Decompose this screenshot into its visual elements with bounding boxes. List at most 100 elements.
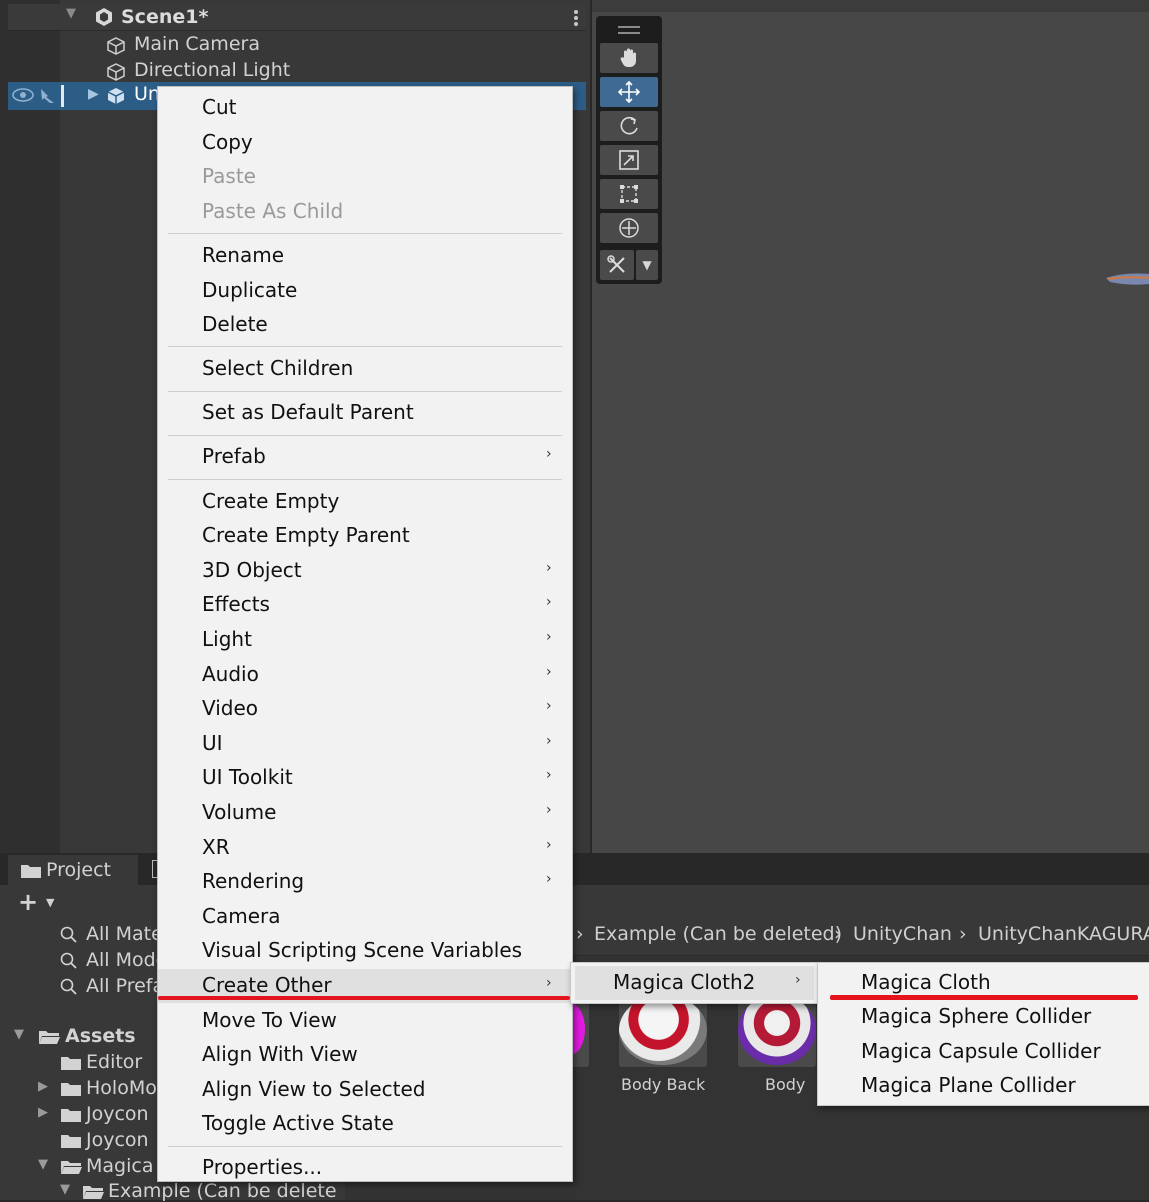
menu-item-label: Video	[202, 696, 259, 721]
menu-item-label: UI	[202, 730, 223, 755]
menu-item-effects[interactable]: Effects ›	[158, 588, 572, 622]
hand-icon	[620, 48, 636, 67]
chevron-right-icon: ›	[546, 663, 552, 680]
annotation-underline	[830, 995, 1138, 1000]
menu-item-label: Paste	[202, 164, 256, 189]
menu-item-rename[interactable]: Rename	[158, 239, 572, 273]
collapse-caret-icon[interactable]: ▼	[66, 6, 76, 21]
menu-separator	[168, 390, 562, 392]
menu-item-label: Toggle Active State	[202, 1111, 394, 1136]
create-plus-icon[interactable]: +	[18, 888, 38, 916]
submenu-item-magica-capsule-collider[interactable]: Magica Capsule Collider	[818, 1035, 1149, 1069]
menu-item-align-view-to-selected[interactable]: Align View to Selected	[158, 1073, 572, 1107]
menu-item-audio[interactable]: Audio ›	[158, 658, 572, 692]
breadcrumb-item[interactable]: UnityChan	[853, 923, 952, 945]
chevron-right-icon: ›	[546, 559, 552, 576]
scene-view[interactable]	[592, 0, 1149, 853]
menu-item-video[interactable]: Video ›	[158, 692, 572, 726]
folder-label: Magica	[86, 1155, 154, 1177]
submenu-item-magica-sphere-collider[interactable]: Magica Sphere Collider	[818, 1000, 1149, 1034]
menu-item-cut[interactable]: Cut	[158, 91, 572, 125]
chevron-right-icon: ›	[546, 446, 552, 463]
menu-item-select-children[interactable]: Select Children	[158, 352, 572, 386]
transform-tool-button[interactable]	[600, 213, 658, 243]
visibility-eye-icon[interactable]	[12, 87, 34, 103]
menu-item-create-empty[interactable]: Create Empty	[158, 485, 572, 519]
menu-item-toggle-active-state[interactable]: Toggle Active State	[158, 1107, 572, 1141]
context-menu: Cut Copy Paste Paste As Child Rename Duplicat…	[157, 86, 573, 1182]
folder-label: HoloMo	[86, 1077, 157, 1099]
menu-item-label: Set as Default Parent	[202, 400, 414, 425]
menu-separator	[168, 1145, 562, 1147]
submenu-item-magica-cloth2[interactable]: Magica Cloth2 ›	[575, 966, 814, 1000]
menu-item-label: Select Children	[202, 356, 354, 381]
menu-item-visual-scripting-scene-variables[interactable]: Visual Scripting Scene Variables	[158, 934, 572, 968]
menu-item-rendering[interactable]: Rendering ›	[158, 865, 572, 899]
menu-item-align-with-view[interactable]: Align With View	[158, 1038, 572, 1072]
chevron-right-icon: ›	[546, 767, 552, 784]
menu-item-prefab[interactable]: Prefab ›	[158, 440, 572, 474]
menu-item-camera[interactable]: Camera	[158, 900, 572, 934]
unity-logo-icon	[96, 8, 112, 26]
menu-item-set-as-default-parent[interactable]: Set as Default Parent	[158, 396, 572, 430]
kebab-menu-icon[interactable]	[574, 10, 578, 26]
collapse-caret-icon[interactable]: ▼	[14, 1027, 24, 1042]
menu-item-ui[interactable]: UI ›	[158, 727, 572, 761]
favorite-label: All Prefa	[86, 975, 165, 997]
hierarchy-item[interactable]: Main Camera	[106, 33, 586, 59]
breadcrumb-item[interactable]: UnityChanKAGURA	[978, 923, 1149, 945]
chevron-right-icon: ›	[546, 594, 552, 611]
scene-header-row[interactable]: ▼ Scene1*	[8, 4, 586, 31]
chevron-right-icon: ›	[546, 732, 552, 749]
menu-item-label: Properties...	[202, 1155, 323, 1180]
gameobject-cube-icon	[107, 37, 125, 55]
menu-item-light[interactable]: Light ›	[158, 623, 572, 657]
rotate-tool-button[interactable]	[600, 111, 658, 141]
menu-item-create-empty-parent[interactable]: Create Empty Parent	[158, 519, 572, 553]
custom-tool-button[interactable]	[600, 250, 634, 280]
overlay-grip[interactable]	[618, 26, 640, 28]
breadcrumb-item[interactable]: Example (Can be deleted)	[594, 923, 842, 945]
tab-project[interactable]: Project	[8, 855, 138, 885]
menu-item-label: Rendering	[202, 869, 305, 894]
rect-tool-button[interactable]	[600, 179, 658, 209]
open-folder-icon	[83, 1186, 104, 1199]
open-folder-icon	[61, 1161, 82, 1174]
tools-wrench-icon	[607, 255, 625, 273]
breadcrumb-separator-icon: ›	[576, 923, 584, 945]
menu-item-ui-toolkit[interactable]: UI Toolkit ›	[158, 761, 572, 795]
chevron-down-icon[interactable]: ▼	[636, 250, 658, 280]
menu-item-delete[interactable]: Delete	[158, 308, 572, 342]
expand-caret-icon[interactable]: ▶	[38, 1079, 48, 1094]
collapse-caret-icon[interactable]: ▼	[60, 1182, 70, 1197]
expand-caret-icon[interactable]: ▶	[88, 86, 99, 102]
asset-thumbnail[interactable]	[738, 995, 816, 1067]
menu-item-properties[interactable]: Properties...	[158, 1151, 572, 1185]
submenu-item-magica-plane-collider[interactable]: Magica Plane Collider	[818, 1069, 1149, 1103]
folder-icon	[61, 1135, 81, 1148]
menu-item-move-to-view[interactable]: Move To View	[158, 1004, 572, 1038]
overlay-grip[interactable]	[618, 32, 640, 34]
prefab-cube-icon	[107, 88, 125, 104]
move-tool-button[interactable]	[600, 77, 658, 107]
menu-item-copy[interactable]: Copy	[158, 126, 572, 160]
menu-item-3d-object[interactable]: 3D Object ›	[158, 554, 572, 588]
asset-thumbnail[interactable]	[619, 995, 707, 1067]
menu-item-label: Copy	[202, 129, 253, 154]
pickable-hand-icon[interactable]	[38, 87, 58, 105]
chevron-down-icon[interactable]: ▼	[46, 896, 54, 909]
hand-tool-button[interactable]	[600, 43, 658, 73]
menu-item-duplicate[interactable]: Duplicate	[158, 274, 572, 308]
chevron-right-icon: ›	[546, 974, 552, 991]
menu-item-volume[interactable]: Volume ›	[158, 796, 572, 830]
menu-item-label: Align With View	[202, 1042, 358, 1067]
search-icon	[60, 952, 77, 969]
collapse-caret-icon[interactable]: ▼	[38, 1157, 48, 1172]
expand-caret-icon[interactable]: ▶	[38, 1105, 48, 1120]
scale-tool-button[interactable]	[600, 145, 658, 175]
menu-item-label: Align View to Selected	[202, 1076, 426, 1101]
menu-item-label: Create Empty Parent	[202, 523, 410, 548]
menu-item-label: Camera	[202, 903, 281, 928]
menu-item-xr[interactable]: XR ›	[158, 831, 572, 865]
rect-transform-icon	[620, 185, 638, 203]
